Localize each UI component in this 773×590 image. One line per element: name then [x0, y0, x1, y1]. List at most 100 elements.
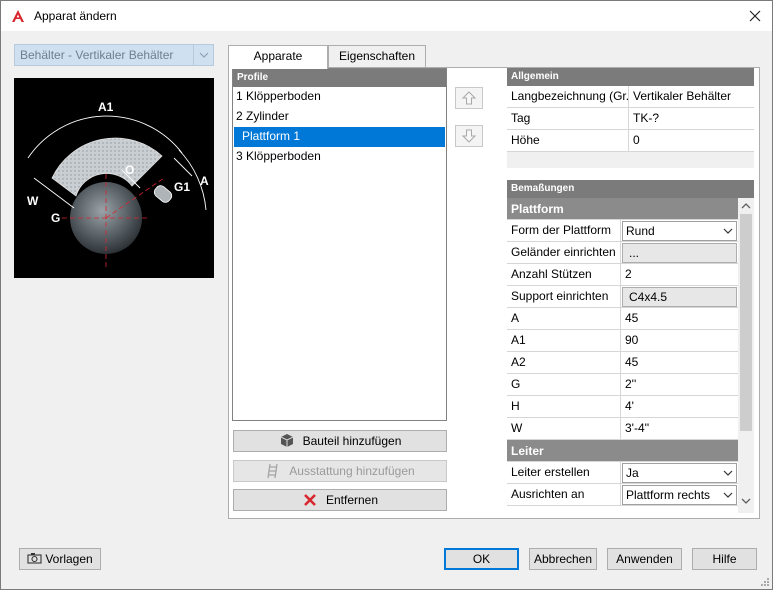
profile-list[interactable]: Profile 1 Klöpperboden 2 Zylinder Plattf…	[232, 68, 447, 421]
ok-button[interactable]: OK	[444, 548, 519, 570]
property-row: Form der Plattform Rund	[507, 220, 738, 242]
property-value-input[interactable]: 45	[621, 352, 738, 373]
property-value: Plattform rechts	[621, 484, 738, 505]
property-value-input[interactable]: Vertikaler Behälter	[629, 86, 754, 107]
camera-icon	[27, 550, 42, 570]
property-value-input[interactable]: 3'-4''	[621, 418, 738, 439]
scroll-down-icon[interactable]	[741, 498, 751, 505]
property-value: ...	[621, 242, 738, 263]
add-equipment-label: Ausstattung hinzufügen	[289, 464, 415, 478]
property-row: W 3'-4''	[507, 418, 738, 440]
property-name: Höhe	[507, 130, 629, 151]
profile-header: Profile	[233, 69, 446, 87]
property-name: A	[507, 308, 621, 329]
property-value-input[interactable]: 45	[621, 308, 738, 329]
arrow-down-icon	[461, 129, 477, 143]
list-item[interactable]: 1 Klöpperboden	[233, 87, 446, 107]
property-value: Ja	[621, 462, 738, 483]
property-name: Form der Plattform	[507, 220, 621, 241]
resize-grip-icon[interactable]	[758, 575, 770, 587]
property-value-input[interactable]: 90	[621, 330, 738, 351]
property-name: G	[507, 374, 621, 395]
chevron-down-icon	[193, 45, 213, 65]
property-value-input[interactable]: 4'	[621, 396, 738, 417]
scroll-up-icon[interactable]	[741, 202, 751, 209]
chevron-down-icon	[720, 464, 736, 482]
cancel-button[interactable]: Abbrechen	[529, 548, 597, 570]
move-down-button[interactable]	[455, 125, 483, 147]
dialog-window: Apparat ändern Behälter - Vertikaler Beh…	[0, 0, 773, 590]
support-setup-button[interactable]: C4x4.5	[622, 287, 737, 307]
property-name: Tag	[507, 108, 629, 129]
apply-button[interactable]: Anwenden	[607, 548, 682, 570]
equipment-type-combo: Behälter - Vertikaler Behälter	[14, 44, 214, 66]
cube-icon	[279, 433, 295, 449]
list-item[interactable]: 2 Zylinder	[233, 107, 446, 127]
tab-eigenschaften[interactable]: Eigenschaften	[328, 45, 426, 68]
property-row: A 45	[507, 308, 738, 330]
close-icon[interactable]	[746, 7, 764, 25]
preview-label-w: W	[27, 194, 39, 208]
category-ladder: Leiter	[507, 440, 738, 462]
dimensions-properties: Bemaßungen Plattform Form der Plattform …	[507, 180, 754, 513]
list-item[interactable]: 3 Klöpperboden	[233, 147, 446, 167]
property-value-input[interactable]: 0	[629, 130, 754, 151]
property-row: H 4'	[507, 396, 738, 418]
combo-value: Ja	[626, 466, 639, 480]
chevron-down-icon	[720, 222, 736, 240]
property-name: Geländer einrichten	[507, 242, 621, 263]
dimensions-grid: Plattform Form der Plattform Rund Geländ…	[507, 198, 738, 513]
property-row: G 2''	[507, 374, 738, 396]
preview-label-a1: A1	[98, 100, 114, 114]
ladder-icon	[265, 463, 281, 479]
category-platform: Plattform	[507, 198, 738, 220]
platform-shape-combo[interactable]: Rund	[622, 221, 737, 241]
add-part-button[interactable]: Bauteil hinzufügen	[233, 430, 447, 452]
align-to-combo[interactable]: Plattform rechts	[622, 485, 737, 505]
tab-apparate[interactable]: Apparate	[228, 45, 328, 69]
list-item-selected[interactable]: Plattform 1	[234, 127, 445, 147]
combo-value: Rund	[626, 224, 655, 238]
scroll-thumb[interactable]	[740, 214, 752, 431]
property-row-partial	[507, 506, 738, 513]
property-value-input[interactable]: 2	[621, 264, 738, 285]
arrow-up-icon	[461, 91, 477, 105]
railing-setup-button[interactable]: ...	[622, 243, 737, 263]
general-properties: Allgemein Langbezeichnung (Gr... Vertika…	[507, 68, 754, 168]
remove-label: Entfernen	[325, 493, 379, 507]
property-value: Rund	[621, 220, 738, 241]
remove-button[interactable]: Entfernen	[233, 489, 447, 511]
property-name: A2	[507, 352, 621, 373]
property-row: Support einrichten C4x4.5	[507, 286, 738, 308]
templates-button[interactable]: Vorlagen	[19, 548, 101, 570]
help-button[interactable]: Hilfe	[692, 548, 757, 570]
property-name: H	[507, 396, 621, 417]
preview-label-a: A	[200, 174, 209, 188]
autocad-logo-icon	[10, 8, 26, 24]
property-value: C4x4.5	[621, 286, 738, 307]
property-value-input[interactable]: TK-?	[629, 108, 754, 129]
property-row: Ausrichten an Plattform rechts	[507, 484, 738, 506]
property-row: Langbezeichnung (Gr... Vertikaler Behält…	[507, 86, 754, 108]
combo-value: Plattform rechts	[626, 488, 711, 502]
property-row: A1 90	[507, 330, 738, 352]
property-value-input[interactable]: 2''	[621, 374, 738, 395]
move-up-button[interactable]	[455, 87, 483, 109]
property-row: Leiter erstellen Ja	[507, 462, 738, 484]
general-header: Allgemein	[507, 68, 754, 86]
title-bar: Apparat ändern	[1, 1, 772, 31]
property-name: Anzahl Stützen	[507, 264, 621, 285]
property-name: Leiter erstellen	[507, 462, 621, 483]
dimensions-scrollbar[interactable]	[738, 198, 754, 510]
property-name: Langbezeichnung (Gr...	[507, 86, 629, 107]
equipment-preview-image: A1 O G1 A W G	[14, 78, 214, 278]
red-x-icon	[302, 492, 318, 508]
property-name: A1	[507, 330, 621, 351]
property-name: Support einrichten	[507, 286, 621, 307]
property-name: Ausrichten an	[507, 484, 621, 505]
preview-label-o: O	[125, 163, 134, 177]
property-row: Anzahl Stützen 2	[507, 264, 738, 286]
equipment-type-value: Behälter - Vertikaler Behälter	[20, 48, 174, 62]
property-row: Höhe 0	[507, 130, 754, 152]
create-ladder-combo[interactable]: Ja	[622, 463, 737, 483]
